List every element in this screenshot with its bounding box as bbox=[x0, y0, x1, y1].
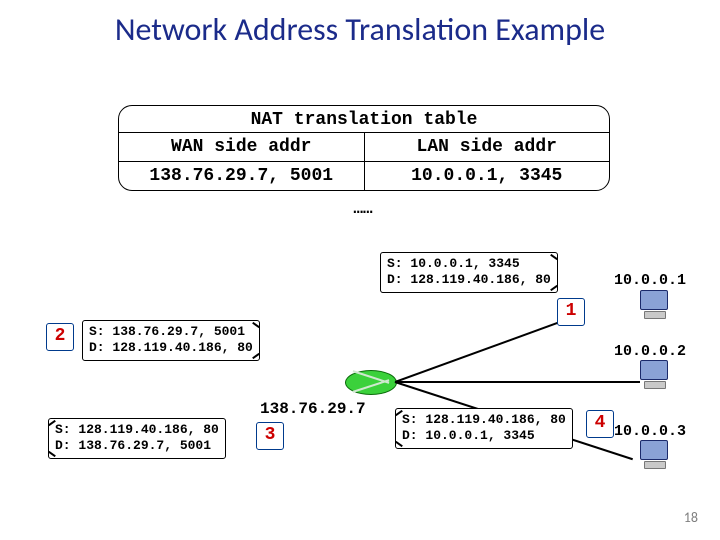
step-number: 4 bbox=[586, 410, 614, 438]
packet-dst: D: 10.0.0.1, 3345 bbox=[402, 428, 535, 443]
nat-table-caption: NAT translation table bbox=[119, 106, 609, 132]
nat-ellipsis: …… bbox=[118, 200, 608, 218]
host-ip-label: 10.0.0.2 bbox=[614, 343, 686, 360]
host-ip-label: 10.0.0.1 bbox=[614, 272, 686, 289]
packet-dst: D: 138.76.29.7, 5001 bbox=[55, 438, 211, 453]
nat-cell-lan: 10.0.0.1, 3345 bbox=[364, 162, 610, 190]
packet-box: S: 10.0.0.1, 3345 D: 128.119.40.186, 80 bbox=[380, 252, 558, 293]
nat-table: NAT translation table WAN side addr LAN … bbox=[118, 105, 610, 191]
packet-src: S: 138.76.29.7, 5001 bbox=[89, 324, 245, 339]
step-number: 2 bbox=[46, 323, 74, 351]
packet-box: S: 128.119.40.186, 80 D: 138.76.29.7, 50… bbox=[48, 418, 226, 459]
pc-icon bbox=[640, 360, 670, 388]
pc-icon bbox=[640, 290, 670, 318]
packet-src: S: 128.119.40.186, 80 bbox=[55, 422, 219, 437]
nat-cell-wan: 138.76.29.7, 5001 bbox=[119, 162, 364, 190]
packet-src: S: 128.119.40.186, 80 bbox=[402, 412, 566, 427]
host-ip-label: 10.0.0.3 bbox=[614, 423, 686, 440]
step-number: 3 bbox=[256, 422, 284, 450]
nat-header-wan: WAN side addr bbox=[119, 133, 364, 161]
link-line bbox=[395, 313, 583, 383]
packet-dst: D: 128.119.40.186, 80 bbox=[89, 340, 253, 355]
slide: Network Address Translation Example NAT … bbox=[0, 0, 720, 540]
packet-src: S: 10.0.0.1, 3345 bbox=[387, 256, 520, 271]
step-number: 1 bbox=[557, 298, 585, 326]
router-ip-label: 138.76.29.7 bbox=[260, 400, 366, 418]
router-icon bbox=[345, 370, 397, 395]
link-line bbox=[395, 381, 640, 383]
pc-icon bbox=[640, 440, 670, 468]
slide-number: 18 bbox=[684, 509, 698, 526]
nat-header-lan: LAN side addr bbox=[364, 133, 610, 161]
packet-box: S: 128.119.40.186, 80 D: 10.0.0.1, 3345 bbox=[395, 408, 573, 449]
packet-box: S: 138.76.29.7, 5001 D: 128.119.40.186, … bbox=[82, 320, 260, 361]
packet-dst: D: 128.119.40.186, 80 bbox=[387, 272, 551, 287]
slide-title: Network Address Translation Example bbox=[0, 10, 720, 49]
